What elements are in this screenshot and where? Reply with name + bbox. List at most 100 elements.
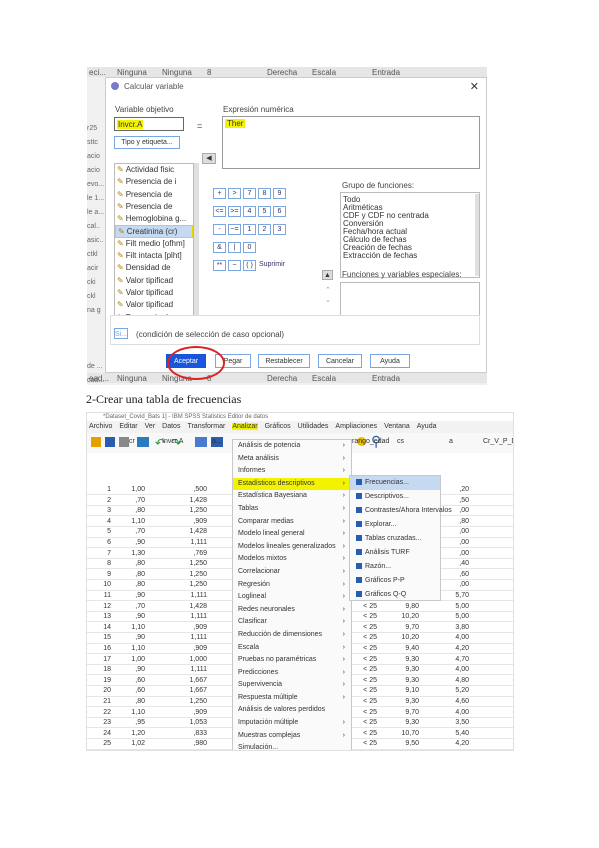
- help-button[interactable]: Ayuda: [370, 354, 410, 368]
- column-header[interactable]: cs: [397, 438, 404, 451]
- menu-gráficos[interactable]: Gráficos: [265, 423, 291, 430]
- keypad-button[interactable]: -: [213, 224, 226, 235]
- keypad-button[interactable]: 3: [273, 224, 286, 235]
- analyze-menu-item[interactable]: Reducción de dimensiones ›: [233, 629, 351, 642]
- submenu-item[interactable]: Gráficos P-P: [350, 574, 440, 588]
- menu-editar[interactable]: Editar: [119, 423, 137, 430]
- menu-archivo[interactable]: Archivo: [89, 423, 112, 430]
- submenu-item[interactable]: Análisis TURF: [350, 546, 440, 560]
- analyze-menu-item[interactable]: Imputación múltiple ›: [233, 717, 351, 730]
- keypad-button[interactable]: ( ): [243, 260, 256, 271]
- reset-button[interactable]: Restablecer: [258, 354, 310, 368]
- menu-ayuda[interactable]: Ayuda: [417, 423, 437, 430]
- keypad-button[interactable]: Suprimir: [258, 260, 286, 271]
- function-group-item[interactable]: Extracción de fechas: [343, 252, 477, 260]
- keypad-button[interactable]: ~=: [228, 224, 241, 235]
- analyze-menu-item[interactable]: Supervivencia ›: [233, 679, 351, 692]
- menu-analizar[interactable]: Analizar: [232, 423, 258, 430]
- variable-list[interactable]: ✎ Actividad fisic ✎ Presencia de i ✎ Presenci…: [114, 163, 194, 318]
- analyze-menu-item[interactable]: Estadística Bayesiana ›: [233, 490, 351, 503]
- analyze-menu-item[interactable]: Correlacionar ›: [233, 566, 351, 579]
- analyze-menu-item[interactable]: Modelos lineales generalizados ›: [233, 541, 351, 554]
- type-label-button[interactable]: Tipo y etiqueta...: [114, 136, 180, 149]
- keypad-button[interactable]: 7: [243, 188, 256, 199]
- keypad-button[interactable]: 5: [258, 206, 271, 217]
- analyze-menu-item[interactable]: Escala ›: [233, 642, 351, 655]
- analyze-menu-item[interactable]: Pruebas no paramétricas ›: [233, 654, 351, 667]
- variable-item[interactable]: ✎ Valor tipificad: [115, 275, 193, 287]
- submenu-item[interactable]: Explorar...: [350, 518, 440, 532]
- analyze-menu-item[interactable]: Regresión ›: [233, 579, 351, 592]
- variable-item[interactable]: ✎ Hemoglobina g...: [115, 213, 193, 225]
- variable-item[interactable]: ✎ Filt intacta [plht]: [115, 250, 193, 262]
- keypad-button[interactable]: 6: [273, 206, 286, 217]
- function-group-list[interactable]: Todo Aritméticas CDF y CDF no centrada Conv…: [340, 192, 480, 278]
- menu-ventana[interactable]: Ventana: [384, 423, 410, 430]
- variable-list-scrollbar[interactable]: [194, 163, 199, 318]
- analyze-menu-item[interactable]: Comparar medias ›: [233, 516, 351, 529]
- function-list-scrollbar[interactable]: [475, 194, 479, 276]
- keypad-button[interactable]: ~: [228, 260, 241, 271]
- recall-dialog-icon[interactable]: [137, 437, 149, 447]
- menu-transformar[interactable]: Transformar: [187, 423, 225, 430]
- print-icon[interactable]: [119, 437, 129, 447]
- if-button[interactable]: Si...: [114, 328, 128, 339]
- variable-item[interactable]: ✎ Presencia de i: [115, 176, 193, 188]
- analyze-menu-item[interactable]: Muestras complejas ›: [233, 730, 351, 743]
- expression-field[interactable]: Ther: [222, 116, 480, 169]
- keypad-button[interactable]: **: [213, 260, 226, 271]
- submenu-item[interactable]: Tablas cruzadas...: [350, 532, 440, 546]
- menu-utilidades[interactable]: Utilidades: [298, 423, 329, 430]
- column-header[interactable]: a: [449, 438, 453, 451]
- analyze-menu-item[interactable]: Tablas ›: [233, 503, 351, 516]
- keypad-button[interactable]: <=: [213, 206, 226, 217]
- keypad-button[interactable]: 2: [258, 224, 271, 235]
- menu-ampliaciones[interactable]: Ampliaciones: [335, 423, 377, 430]
- menu-ver[interactable]: Ver: [145, 423, 156, 430]
- keypad-button[interactable]: >=: [228, 206, 241, 217]
- submenu-item[interactable]: Gráficos Q-Q: [350, 588, 440, 602]
- analyze-menu-item[interactable]: Redes neuronales ›: [233, 604, 351, 617]
- analyze-menu-item[interactable]: Simulación...: [233, 742, 351, 750]
- analyze-menu-item[interactable]: Modelo lineal general ›: [233, 528, 351, 541]
- close-icon[interactable]: ✕: [470, 80, 479, 93]
- variable-item[interactable]: ✎ Actividad fisic: [115, 164, 193, 176]
- column-header[interactable]: a...: [212, 438, 222, 451]
- keypad-button[interactable]: 9: [273, 188, 286, 199]
- analyze-menu-item[interactable]: Modelos mixtos ›: [233, 553, 351, 566]
- analyze-menu-item[interactable]: Informes ›: [233, 465, 351, 478]
- column-header[interactable]: cr: [129, 438, 135, 451]
- submenu-item[interactable]: Contrastes/Ahora Intervalos: [350, 504, 452, 518]
- analyze-menu-item[interactable]: Análisis de potencia ›: [233, 440, 351, 453]
- target-variable-field[interactable]: Invcr.A: [114, 117, 184, 131]
- column-header[interactable]: rango_edad: [352, 438, 389, 451]
- keypad-button[interactable]: >: [228, 188, 241, 199]
- submenu-item[interactable]: Razón...: [350, 560, 440, 574]
- keypad-button[interactable]: |: [228, 242, 241, 253]
- keypad-button[interactable]: &: [213, 242, 226, 253]
- analyze-menu-item[interactable]: Predicciones ›: [233, 667, 351, 680]
- analyze-menu-item[interactable]: Estadísticos descriptivos ›: [233, 477, 351, 491]
- variable-item[interactable]: ✎ Valor tipificad: [115, 287, 193, 299]
- analyze-menu-item[interactable]: Análisis de valores perdidos: [233, 704, 351, 717]
- menu-datos[interactable]: Datos: [162, 423, 180, 430]
- up-arrow-button[interactable]: ▲: [322, 270, 333, 280]
- keypad-button[interactable]: 4: [243, 206, 256, 217]
- keypad-button[interactable]: 1: [243, 224, 256, 235]
- keypad-button[interactable]: +: [213, 188, 226, 199]
- variable-item[interactable]: ✎ Densidad de: [115, 262, 193, 274]
- variable-item[interactable]: ✎ Valor tipificad: [115, 299, 193, 311]
- submenu-item[interactable]: Frecuencias...: [350, 476, 440, 490]
- variable-item[interactable]: ✎ Creatinina (cr): [115, 225, 193, 238]
- keypad-button[interactable]: 0: [243, 242, 256, 253]
- variable-item[interactable]: ✎Presencia de: [115, 189, 193, 201]
- analyze-menu-item[interactable]: Meta análisis ›: [233, 453, 351, 466]
- analyze-menu-item[interactable]: Respuesta múltiple ›: [233, 692, 351, 705]
- variable-item[interactable]: ✎ Filt medio [ofhm]: [115, 238, 193, 250]
- column-header[interactable]: Invcr.A: [162, 438, 183, 451]
- column-header[interactable]: Cr_V_P_DL: [483, 438, 513, 451]
- analyze-menu-item[interactable]: Clasificar ›: [233, 616, 351, 629]
- analyze-menu-item[interactable]: Loglineal ›: [233, 591, 351, 604]
- variable-item[interactable]: ✎Presencia de: [115, 201, 193, 213]
- keypad-button[interactable]: 8: [258, 188, 271, 199]
